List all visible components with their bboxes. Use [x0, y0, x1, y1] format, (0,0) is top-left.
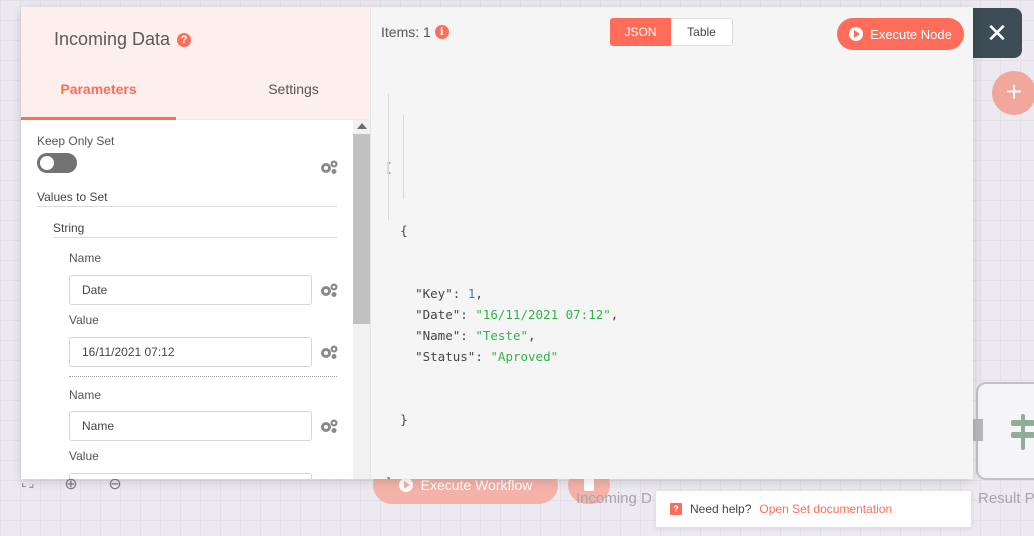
json-entry: "Key": 1,	[415, 286, 483, 301]
play-icon	[398, 478, 413, 492]
parameters-list: Keep Only Set Values to Set String Name …	[21, 120, 371, 479]
gear-icon[interactable]	[319, 418, 339, 434]
scroll-thumb[interactable]	[353, 134, 370, 324]
scroll-up-icon[interactable]	[357, 123, 367, 129]
output-panel: Items: 1 i JSON Table Execute Node [ { "…	[371, 7, 973, 479]
json-key: "Name"	[415, 328, 461, 343]
field-1-value-input[interactable]	[69, 337, 312, 367]
gear-icon[interactable]	[319, 159, 339, 175]
result-node-label: Result P	[978, 490, 1034, 507]
node-connector	[973, 419, 983, 441]
execute-node-label: Execute Node	[870, 26, 952, 42]
field-2-value-label: Value	[69, 449, 99, 463]
node-title-text: Incoming Data	[54, 29, 171, 49]
view-toggle: JSON Table	[610, 18, 733, 46]
view-json-button[interactable]: JSON	[610, 18, 671, 46]
execute-workflow-label: Execute Workflow	[420, 477, 533, 493]
items-count-text: Items: 1	[381, 24, 431, 40]
json-entry: "Name": "Teste",	[415, 328, 536, 343]
field-1-value-label: Value	[69, 313, 99, 327]
incoming-node-label: Incoming D	[576, 490, 652, 507]
close-modal-button[interactable]: ✕	[972, 8, 1022, 58]
json-indent-guide	[388, 94, 389, 220]
json-line: }	[400, 412, 408, 427]
json-value: "Teste"	[475, 328, 529, 343]
field-2-name-label: Name	[69, 388, 102, 402]
help-toast: ? Need help? Open Set documentation	[655, 490, 972, 528]
help-icon: ?	[670, 503, 682, 515]
json-key: "Date"	[415, 307, 461, 322]
close-icon: ✕	[986, 17, 1008, 48]
gear-icon[interactable]	[319, 282, 339, 298]
field-divider	[69, 376, 337, 377]
tab-settings[interactable]: Settings	[216, 75, 371, 120]
view-table-button[interactable]: Table	[671, 18, 733, 46]
values-to-set-header: Values to Set	[37, 190, 337, 207]
node-title: Incoming Data ?	[54, 29, 192, 50]
keep-only-set-label: Keep Only Set	[37, 134, 115, 148]
add-node-button[interactable]: +	[992, 71, 1034, 115]
info-icon[interactable]: i	[434, 25, 449, 39]
node-header: Incoming Data ? Parameters Settings	[21, 7, 370, 120]
tab-parameters[interactable]: Parameters	[21, 75, 176, 120]
json-entry: "Date": "16/11/2021 07:12",	[415, 307, 619, 322]
json-line: ]	[385, 472, 618, 479]
set-documentation-link[interactable]: Open Set documentation	[759, 502, 892, 516]
field-1-name-label: Name	[69, 251, 102, 265]
json-value: "Aproved"	[490, 349, 559, 364]
help-icon[interactable]: ?	[177, 32, 192, 47]
play-icon	[849, 27, 864, 41]
set-node-icon	[1011, 414, 1034, 450]
parameters-panel: Incoming Data ? Parameters Settings Keep…	[21, 7, 371, 479]
json-line: [	[385, 160, 393, 175]
json-indent-guide	[403, 115, 404, 199]
json-output: [ { "Key": 1, "Date": "16/11/2021 07:12"…	[385, 73, 618, 479]
field-2-value-input[interactable]	[69, 473, 312, 479]
execute-node-button[interactable]: Execute Node	[837, 18, 964, 50]
json-entry: "Status": "Aproved"	[415, 349, 559, 364]
keep-only-set-toggle[interactable]	[37, 153, 77, 173]
result-node[interactable]	[976, 382, 1034, 480]
gear-icon[interactable]	[319, 344, 339, 360]
help-toast-text: Need help?	[690, 502, 752, 516]
field-1-name-input[interactable]	[69, 275, 312, 305]
json-key: "Key"	[415, 286, 453, 301]
json-key: "Status"	[415, 349, 476, 364]
string-section-header: String	[53, 221, 337, 238]
parameters-scrollbar[interactable]	[353, 120, 370, 479]
json-value: "16/11/2021 07:12"	[475, 307, 611, 322]
json-line: {	[400, 223, 408, 238]
node-settings-modal: Incoming Data ? Parameters Settings Keep…	[21, 7, 973, 479]
field-2-name-input[interactable]	[69, 411, 312, 441]
items-count: Items: 1 i	[381, 24, 449, 40]
